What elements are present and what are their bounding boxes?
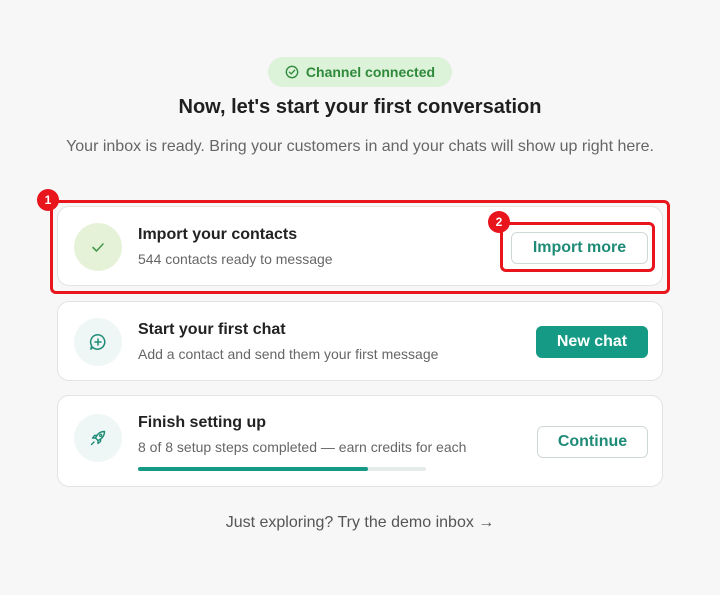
start-chat-card: Start your first chat Add a contact and … xyxy=(57,301,663,381)
import-more-button[interactable]: Import more xyxy=(511,232,648,264)
setup-progress-bar xyxy=(138,467,426,471)
status-badge-label: Channel connected xyxy=(305,64,436,80)
finish-setup-card: Finish setting up 8 of 8 setup steps com… xyxy=(57,395,663,487)
card-subtitle: 544 contacts ready to message xyxy=(138,251,333,267)
page: Channel connected Now, let's start your … xyxy=(0,0,720,595)
card-title: Start your first chat xyxy=(138,321,286,338)
setup-progress-fill xyxy=(138,467,369,471)
card-subtitle: Add a contact and send them your first m… xyxy=(138,346,439,362)
check-circle-icon xyxy=(285,65,299,79)
demo-inbox-link[interactable]: Just exploring? Try the demo inbox → xyxy=(0,514,720,532)
annotation-marker-2: 2 xyxy=(488,211,510,233)
page-title: Now, let's start your first conversation xyxy=(178,96,542,118)
card-title: Finish setting up xyxy=(138,414,266,431)
continue-button[interactable]: Continue xyxy=(537,426,648,458)
chat-plus-icon xyxy=(74,318,122,366)
card-title: Import your contacts xyxy=(138,226,298,243)
check-icon xyxy=(74,223,122,271)
import-contacts-card: Import your contacts 544 contacts ready … xyxy=(57,206,663,286)
card-subtitle: 8 of 8 setup steps completed — earn cred… xyxy=(138,439,467,455)
rocket-icon xyxy=(74,414,122,462)
new-chat-button[interactable]: New chat xyxy=(536,326,648,358)
page-subtitle: Your inbox is ready. Bring your customer… xyxy=(66,138,654,155)
annotation-marker-1: 1 xyxy=(37,189,59,211)
status-badge: Channel connected xyxy=(268,57,452,87)
